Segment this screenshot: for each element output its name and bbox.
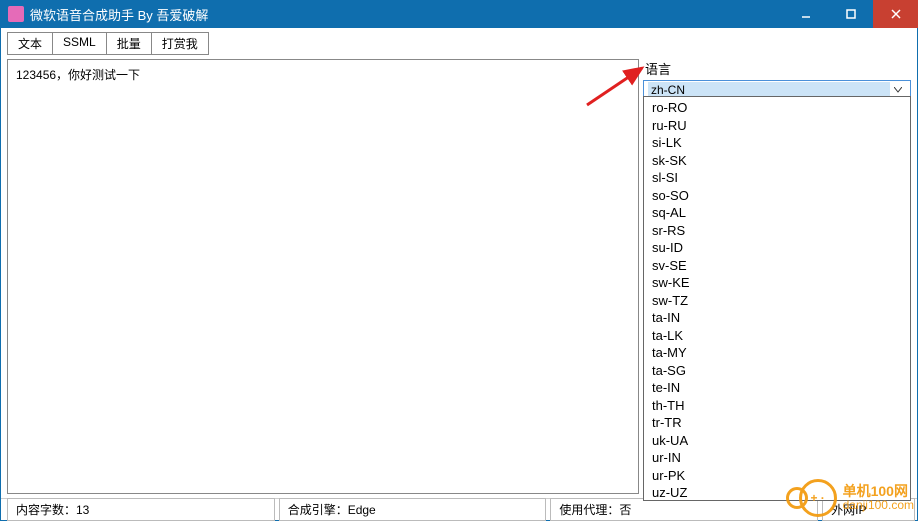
close-button[interactable]: [873, 0, 918, 28]
window-body: 文本 SSML 批量 打赏我 123456，你好测试一下 语言 zh-CN ro…: [0, 28, 918, 521]
status-proxy: 使用代理：否: [550, 498, 818, 521]
app-icon: [8, 6, 24, 22]
right-panel: 语言 zh-CN ro-ROru-RUsi-LKsk-SKsl-SIso-SOs…: [643, 59, 911, 494]
text-content: 123456，你好测试一下: [16, 68, 140, 82]
dropdown-item[interactable]: si-LK: [648, 134, 906, 152]
language-label: 语言: [643, 59, 911, 78]
watermark-logo-icon: + ·: [799, 479, 837, 517]
dropdown-item[interactable]: sq-AL: [648, 204, 906, 222]
dropdown-item[interactable]: ta-MY: [648, 344, 906, 362]
text-input-panel[interactable]: 123456，你好测试一下: [7, 59, 639, 494]
dropdown-item[interactable]: sv-SE: [648, 257, 906, 275]
maximize-button[interactable]: [828, 0, 873, 28]
dropdown-item[interactable]: tr-TR: [648, 414, 906, 432]
tab-bar: 文本 SSML 批量 打赏我: [1, 28, 917, 55]
content-area: 123456，你好测试一下 语言 zh-CN ro-ROru-RUsi-LKsk…: [1, 55, 917, 498]
tab-ssml[interactable]: SSML: [52, 32, 107, 55]
dropdown-item[interactable]: sw-TZ: [648, 292, 906, 310]
window-title: 微软语音合成助手 By 吾爱破解: [30, 5, 783, 24]
watermark: + · 单机100网 danji100.com: [799, 479, 914, 517]
dropdown-item[interactable]: te-IN: [648, 379, 906, 397]
dropdown-item[interactable]: sw-KE: [648, 274, 906, 292]
watermark-text: 单机100网 danji100.com: [843, 484, 914, 513]
status-bar: 内容字数：13 合成引擎：Edge 使用代理：否 外网IP: [1, 498, 917, 520]
language-dropdown[interactable]: ro-ROru-RUsi-LKsk-SKsl-SIso-SOsq-ALsr-RS…: [643, 96, 911, 501]
dropdown-item[interactable]: ta-LK: [648, 327, 906, 345]
minimize-button[interactable]: [783, 0, 828, 28]
dropdown-item[interactable]: ur-IN: [648, 449, 906, 467]
dropdown-item[interactable]: ru-RU: [648, 117, 906, 135]
dropdown-item[interactable]: ta-SG: [648, 362, 906, 380]
dropdown-item[interactable]: sl-SI: [648, 169, 906, 187]
status-charcount: 内容字数：13: [7, 498, 275, 521]
dropdown-item[interactable]: su-ID: [648, 239, 906, 257]
tab-donate[interactable]: 打赏我: [151, 32, 209, 55]
dropdown-item[interactable]: ta-IN: [648, 309, 906, 327]
dropdown-item[interactable]: th-TH: [648, 397, 906, 415]
dropdown-item[interactable]: ro-RO: [648, 99, 906, 117]
titlebar: 微软语音合成助手 By 吾爱破解: [0, 0, 918, 28]
tab-batch[interactable]: 批量: [106, 32, 152, 55]
window-controls: [783, 0, 918, 28]
tab-text[interactable]: 文本: [7, 32, 53, 55]
status-engine: 合成引擎：Edge: [279, 498, 547, 521]
dropdown-item[interactable]: sr-RS: [648, 222, 906, 240]
dropdown-item[interactable]: so-SO: [648, 187, 906, 205]
dropdown-item[interactable]: uk-UA: [648, 432, 906, 450]
dropdown-item[interactable]: sk-SK: [648, 152, 906, 170]
chevron-down-icon: [890, 87, 906, 93]
